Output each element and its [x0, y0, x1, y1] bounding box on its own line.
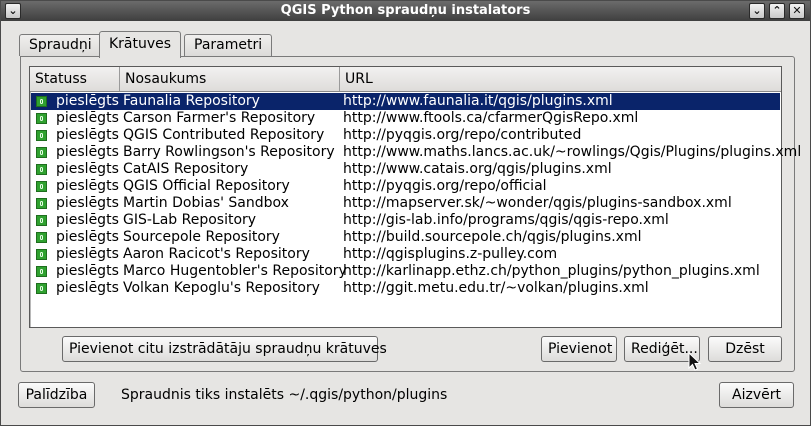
repository-name: CatAIS Repository — [123, 161, 249, 177]
tab-plugins[interactable]: Spraudņi — [19, 34, 102, 56]
list-header: Statuss Nosaukums URL — [30, 67, 781, 92]
repository-connected-icon — [36, 113, 47, 124]
repository-name: Faunalia Repository — [123, 93, 260, 109]
column-header-url[interactable]: URL — [340, 67, 781, 91]
repository-connected-icon — [36, 96, 47, 107]
table-row[interactable]: pieslēgts Marco Hugentobler's Repository h… — [31, 263, 780, 280]
repository-connected-icon — [36, 130, 47, 141]
repository-status: pieslēgts — [56, 127, 119, 143]
close-window-icon[interactable]: ✕ — [789, 3, 805, 19]
repository-status: pieslēgts — [56, 246, 119, 262]
repository-connected-icon — [36, 181, 47, 192]
repository-name: Marco Hugentobler's Repository — [123, 263, 347, 279]
window-title: QGIS Python spraudņu instalators — [280, 3, 531, 18]
repository-name: QGIS Contributed Repository — [123, 127, 325, 143]
tab-label: Spraudņi — [29, 37, 92, 53]
repository-url: http://mapserver.sk/~wonder/qgis/plugins… — [343, 195, 732, 211]
tab-repositories[interactable]: Krātuves — [99, 31, 182, 58]
repository-url: http://pyqgis.org/repo/official — [343, 178, 547, 194]
table-row[interactable]: pieslēgts Aaron Racicot's Repository http:… — [31, 246, 780, 263]
repository-connected-icon — [36, 147, 47, 158]
repository-name: Volkan Kepoglu's Repository — [123, 280, 320, 296]
repository-url: http://gis-lab.info/programs/qgis/qgis-r… — [343, 212, 669, 228]
repository-connected-icon — [36, 266, 47, 277]
repository-status: pieslēgts — [56, 161, 119, 177]
table-row[interactable]: pieslēgts Barry Rowlingson's Repository ht… — [31, 144, 801, 161]
repository-connected-icon — [36, 283, 47, 294]
repository-status: pieslēgts — [56, 229, 119, 245]
add-third-party-repositories-button[interactable]: Pievienot citu izstrādātāju spraudņu krā… — [62, 336, 387, 362]
repository-status: pieslēgts — [56, 178, 119, 194]
table-row[interactable]: pieslēgts Volkan Kepoglu's Repository http… — [31, 280, 780, 297]
add-repository-button[interactable]: Pievienot — [541, 336, 617, 362]
repository-connected-icon — [36, 249, 47, 260]
repository-status: pieslēgts — [56, 93, 119, 109]
repository-url: http://qgisplugins.z-pulley.com — [343, 246, 558, 262]
close-button[interactable]: Aizvērt — [719, 382, 794, 408]
repository-name: Sourcepole Repository — [123, 229, 280, 245]
repository-status: pieslēgts — [56, 212, 119, 228]
repository-status: pieslēgts — [56, 144, 119, 160]
tab-label: Parametri — [194, 37, 263, 53]
delete-repository-button[interactable]: Dzēst — [708, 336, 782, 362]
title-bar[interactable]: ⌄ QGIS Python spraudņu instalators ⌄ ⌃ ✕ — [1, 1, 810, 21]
repository-name: Carson Farmer's Repository — [123, 110, 316, 126]
table-row[interactable]: pieslēgts Martin Dobias' Sandbox http://ma… — [31, 195, 780, 212]
table-row[interactable]: pieslēgts CatAIS Repository http://www.cat… — [31, 161, 780, 178]
repository-list[interactable]: Statuss Nosaukums URL pieslēgts Faunalia … — [29, 66, 801, 328]
repository-status: pieslēgts — [56, 263, 119, 279]
repository-connected-icon — [36, 215, 47, 226]
table-row[interactable]: pieslēgts Sourcepole Repository http://bui… — [31, 229, 780, 246]
repository-name: Aaron Racicot's Repository — [123, 246, 310, 262]
repository-url: http://build.sourcepole.ch/qgis/plugins.… — [343, 229, 642, 245]
repository-url: http://www.faunalia.it/qgis/plugins.xml — [343, 93, 613, 109]
repository-name: GIS-Lab Repository — [123, 212, 257, 228]
table-row[interactable]: pieslēgts GIS-Lab Repository http://gis-la… — [31, 212, 780, 229]
maximize-icon[interactable]: ⌃ — [769, 3, 785, 19]
install-path-status: Spraudnis tiks instalēts ~/.qgis/python/… — [121, 387, 448, 403]
repository-status: pieslēgts — [56, 110, 119, 126]
repository-url: http://www.maths.lancs.ac.uk/~rowlings/Q… — [343, 144, 802, 160]
repository-status: pieslēgts — [56, 280, 119, 296]
table-row[interactable]: pieslēgts QGIS Contributed Repository http… — [31, 127, 780, 144]
repository-url: http://pyqgis.org/repo/contributed — [343, 127, 582, 143]
column-header-status[interactable]: Statuss — [30, 67, 120, 91]
tab-options[interactable]: Parametri — [184, 34, 273, 56]
repository-url: http://www.ftools.ca/cfarmerQgisRepo.xml — [343, 110, 639, 126]
repository-url: http://ggit.metu.edu.tr/~volkan/plugins.… — [343, 280, 649, 296]
table-row[interactable]: pieslēgts QGIS Official Repository http://… — [31, 178, 780, 195]
window-menu-icon[interactable]: ⌄ — [5, 3, 21, 19]
repository-url: http://karlinapp.ethz.ch/python_plugins/… — [343, 263, 760, 279]
plugin-installer-window: ⌄ QGIS Python spraudņu instalators ⌄ ⌃ ✕… — [0, 0, 811, 426]
repository-name: Martin Dobias' Sandbox — [123, 195, 289, 211]
repository-name: QGIS Official Repository — [123, 178, 290, 194]
tab-label: Krātuves — [109, 36, 172, 52]
table-row[interactable]: pieslēgts Carson Farmer's Repository http:… — [31, 110, 780, 127]
repository-url: http://www.catais.org/qgis/plugins.xml — [343, 161, 612, 177]
repository-name: Barry Rowlingson's Repository — [123, 144, 335, 160]
repository-connected-icon — [36, 164, 47, 175]
shade-icon[interactable]: ⌄ — [749, 3, 765, 19]
mouse-pointer-icon — [688, 352, 702, 371]
table-row[interactable]: pieslēgts Faunalia Repository http://www.f… — [31, 93, 780, 110]
repository-connected-icon — [36, 232, 47, 243]
help-button[interactable]: Palīdzība — [18, 382, 95, 408]
repository-connected-icon — [36, 198, 47, 209]
repository-status: pieslēgts — [56, 195, 119, 211]
column-header-name[interactable]: Nosaukums — [120, 67, 340, 91]
